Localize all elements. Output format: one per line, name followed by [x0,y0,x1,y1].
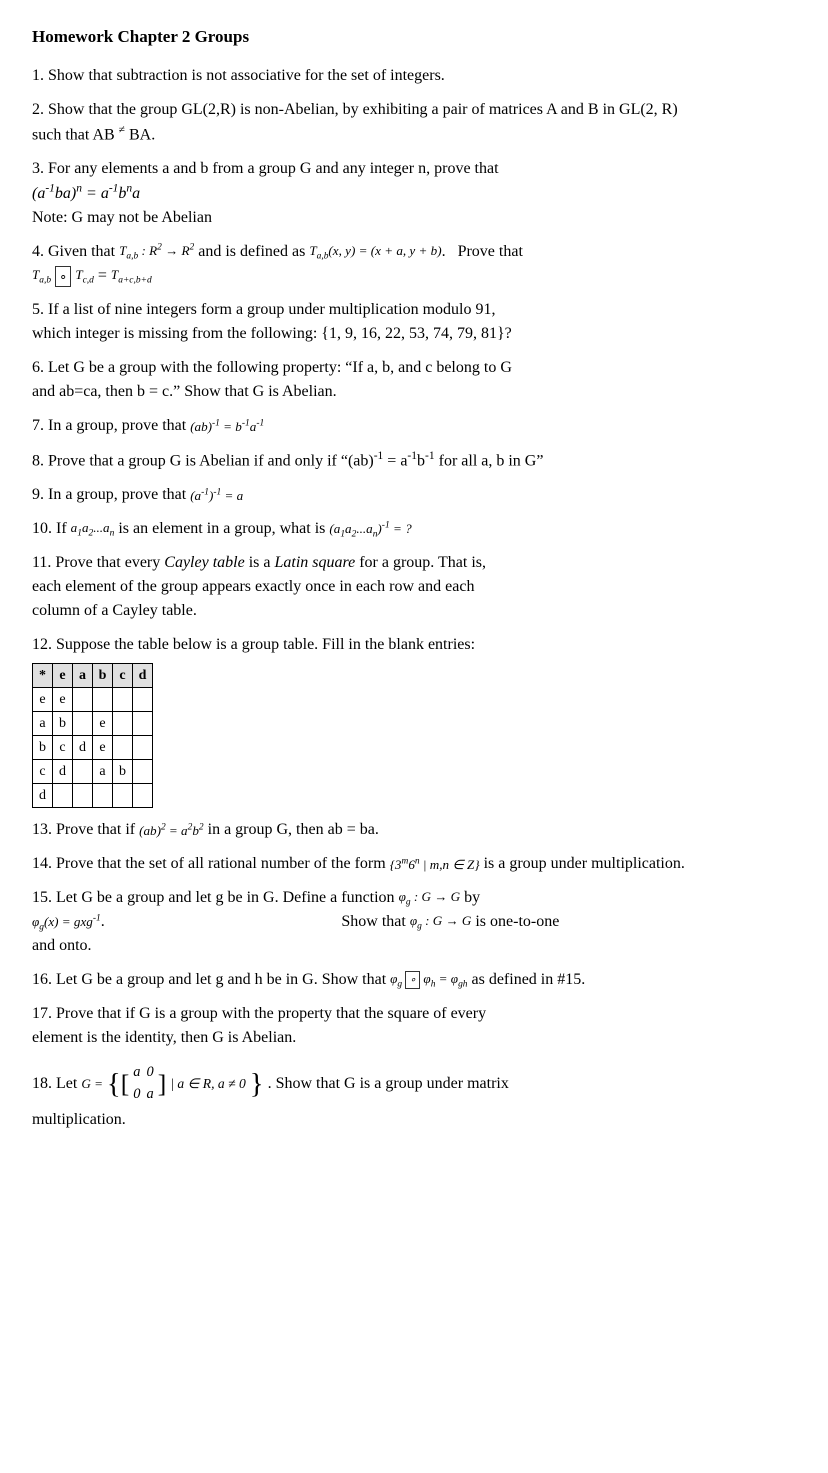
cayley-cell [133,736,153,760]
problem-12: 12. Suppose the table below is a group t… [32,633,796,808]
cayley-header-star: * [33,664,53,688]
table-row: b c d e [33,736,153,760]
cayley-cell: e [93,736,113,760]
cayley-table: * e a b c d e e a b e b c d e [32,663,153,808]
cayley-cell: b [113,760,133,784]
cayley-cell [73,760,93,784]
page-title: Homework Chapter 2 Groups [32,24,796,50]
cayley-header-d: d [133,664,153,688]
problem-17: 17. Prove that if G is a group with the … [32,1002,796,1050]
problem-14: 14. Prove that the set of all rational n… [32,852,796,876]
problem-4: 4. Given that Ta,b : R2 → R2 and is defi… [32,240,796,288]
problem-3: 3. For any elements a and b from a group… [32,157,796,230]
cayley-cell [73,688,93,712]
problem-2: 2. Show that the group GL(2,R) is non-Ab… [32,98,796,147]
cayley-cell: e [33,688,53,712]
problem-5: 5. If a list of nine integers form a gro… [32,298,796,346]
problem-18: 18. Let G = { [ a 0 0 a ] | a ∈ R, a ≠ 0… [32,1060,796,1131]
problem-8: 8. Prove that a group G is Abelian if an… [32,448,796,473]
cayley-cell: b [53,712,73,736]
problem-10: 10. If a1a2...an is an element in a grou… [32,517,796,541]
table-row: e e [33,688,153,712]
cayley-cell: a [93,760,113,784]
problem-7: 7. In a group, prove that (ab)-1 = b-1a-… [32,414,796,438]
table-row: d [33,784,153,808]
cayley-header-a: a [73,664,93,688]
cayley-header-c: c [113,664,133,688]
cayley-cell [93,688,113,712]
problem-13: 13. Prove that if (ab)2 = a2b2 in a grou… [32,818,796,842]
cayley-cell [113,784,133,808]
problem-1: 1. Show that subtraction is not associat… [32,64,796,88]
cayley-cell [73,712,93,736]
cayley-cell: d [73,736,93,760]
cayley-cell [113,688,133,712]
cayley-cell [133,784,153,808]
cayley-cell [73,784,93,808]
table-row: a b e [33,712,153,736]
problem-16: 16. Let G be a group and let g and h be … [32,968,796,992]
cayley-cell [113,736,133,760]
cayley-cell: d [33,784,53,808]
cayley-header-b: b [93,664,113,688]
cayley-cell: a [33,712,53,736]
cayley-cell: c [33,760,53,784]
cayley-cell: e [93,712,113,736]
cayley-cell: c [53,736,73,760]
cayley-cell [133,712,153,736]
cayley-cell [113,712,133,736]
cayley-header-e: e [53,664,73,688]
cayley-cell [133,688,153,712]
problem-6: 6. Let G be a group with the following p… [32,356,796,404]
cayley-cell [53,784,73,808]
problem-11: 11. Prove that every Cayley table is a L… [32,551,796,623]
cayley-cell: e [53,688,73,712]
cayley-cell [93,784,113,808]
table-row: c d a b [33,760,153,784]
cayley-cell [133,760,153,784]
problem-15: 15. Let G be a group and let g be in G. … [32,886,796,958]
problem-9: 9. In a group, prove that (a-1)-1 = a [32,483,796,507]
cayley-cell: d [53,760,73,784]
cayley-cell: b [33,736,53,760]
